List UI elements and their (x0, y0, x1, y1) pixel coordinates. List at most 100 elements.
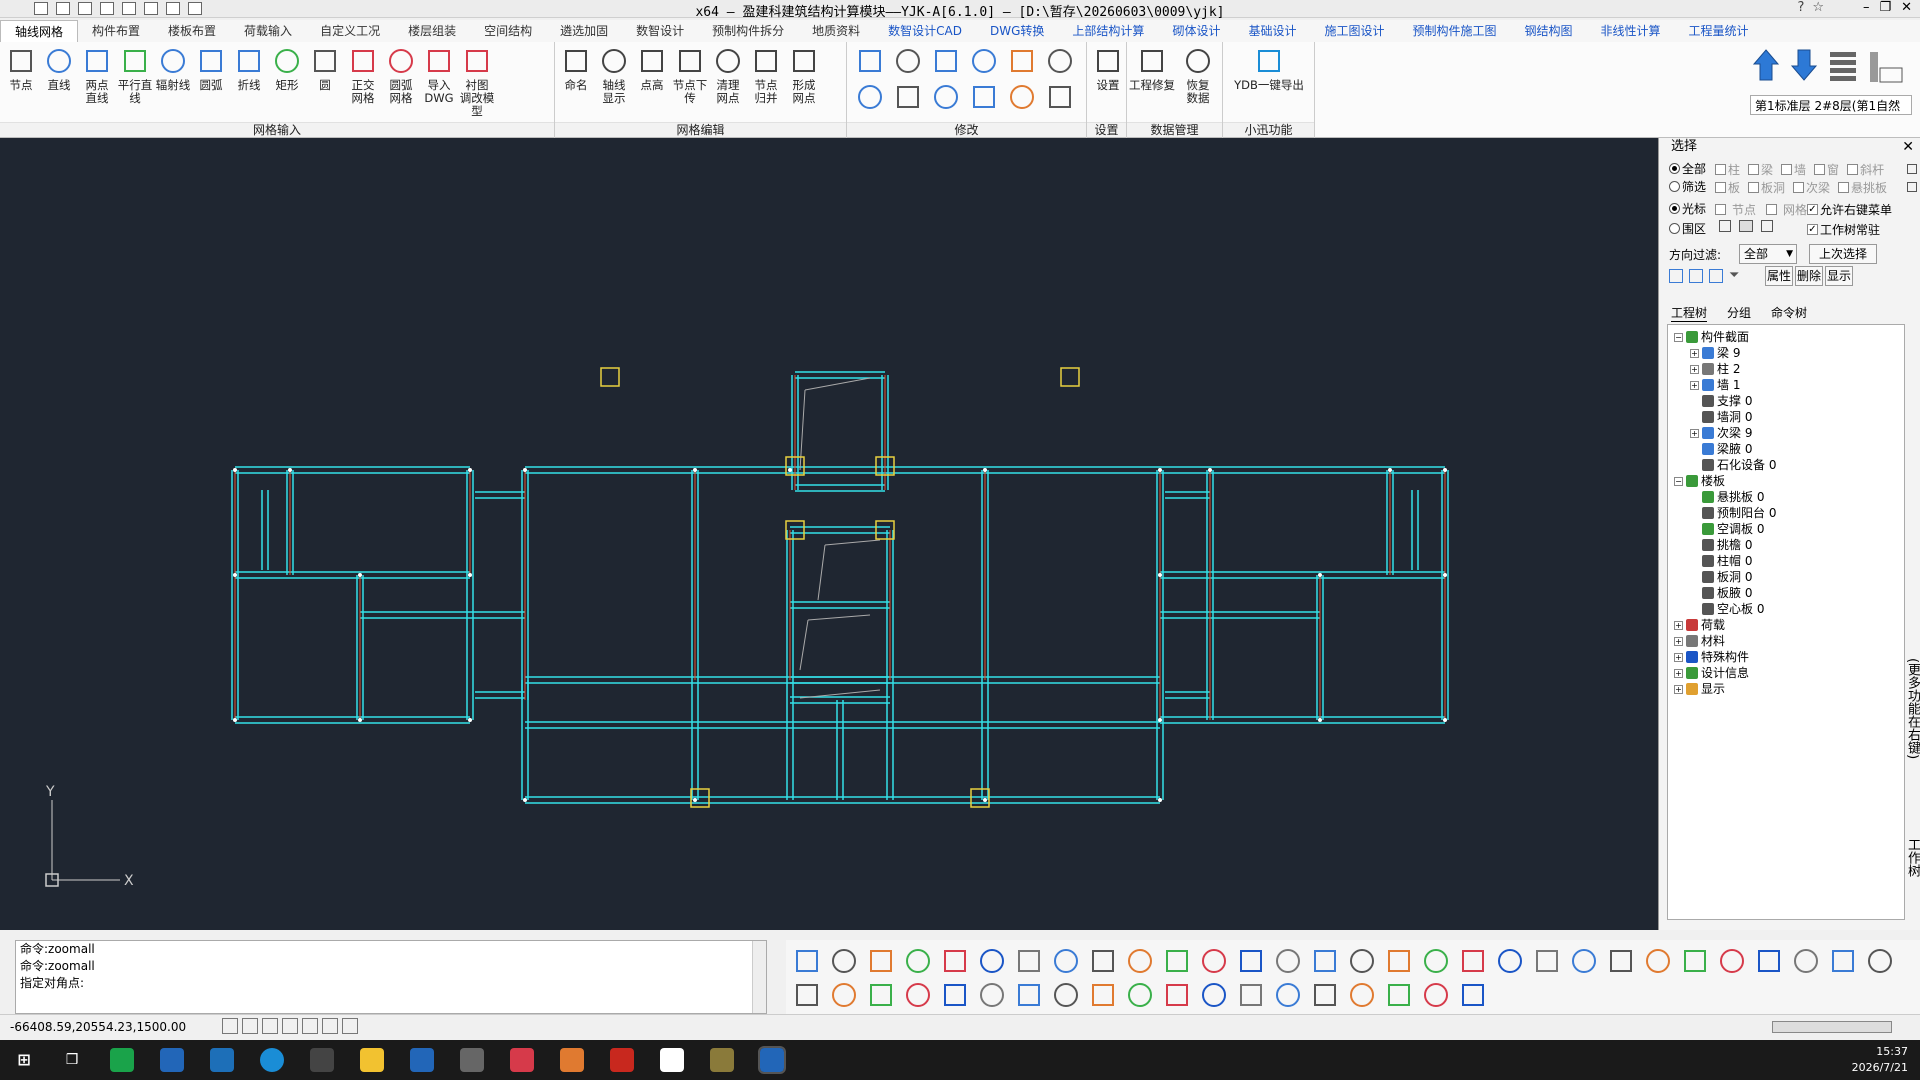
tab-project-tree[interactable]: 工程树 (1671, 304, 1708, 322)
tree-expander-icon[interactable]: + (1674, 652, 1683, 662)
view-tool-icon[interactable] (1273, 980, 1303, 1010)
grid-node[interactable] (1158, 798, 1162, 802)
tree-node[interactable]: + 材料 (1668, 633, 1904, 649)
ribbon-tool-0-12[interactable]: 衬图 调改模型 (458, 44, 496, 118)
tree-node[interactable]: + 梁 9 (1668, 345, 1904, 361)
modify-tool-icon[interactable] (1007, 82, 1035, 110)
ribbon-tool-4-0[interactable]: 工程修复 (1129, 44, 1175, 92)
app-orange-icon[interactable] (560, 1048, 584, 1072)
tree-node[interactable]: + 设计信息 (1668, 665, 1904, 681)
tree-node[interactable]: + 特殊构件 (1668, 649, 1904, 665)
grid-node[interactable] (788, 468, 792, 472)
ribbon-tool-0-4[interactable]: 辐射线 (154, 44, 192, 92)
tab-19[interactable]: 非线性计算 (1587, 20, 1675, 42)
view-tool-icon[interactable] (829, 980, 859, 1010)
view-tool-icon[interactable] (1569, 946, 1599, 976)
grid-node[interactable] (523, 798, 527, 802)
grid-node-marker[interactable] (970, 788, 990, 808)
tree-expander-icon[interactable]: + (1690, 364, 1699, 374)
tree-resident-checkbox[interactable]: ✓ 工作树常驻 (1807, 221, 1880, 238)
panel-close-icon[interactable]: ✕ (1902, 139, 1914, 155)
view-tool-icon[interactable] (1606, 946, 1636, 976)
tab-12[interactable]: DWG转换 (976, 20, 1058, 42)
grid-node[interactable] (1158, 468, 1162, 472)
modify-tool-icon[interactable] (893, 46, 921, 74)
modify-tool-icon[interactable] (969, 82, 997, 110)
grid-node[interactable] (233, 573, 237, 577)
tree-expander-icon[interactable]: − (1674, 476, 1683, 486)
view-tool-icon[interactable] (1421, 980, 1451, 1010)
modify-tool-icon[interactable] (855, 82, 883, 110)
prev-select-button[interactable]: 上次选择 (1809, 244, 1877, 264)
ribbon-tool-1-5[interactable]: 节点 归并 (747, 44, 785, 105)
task-view-icon[interactable]: ❒ (60, 1048, 84, 1072)
view-tool-icon[interactable] (1162, 980, 1192, 1010)
grid-node[interactable] (1318, 573, 1322, 577)
tab-7[interactable]: 遴选加固 (546, 20, 622, 42)
view-tool-icon[interactable] (1236, 980, 1266, 1010)
tree-expander-icon[interactable]: + (1690, 348, 1699, 358)
floor-plan-drawing[interactable]: YX (0, 138, 1658, 930)
display-button[interactable]: 显示 (1825, 266, 1853, 286)
snap-toggle-icon[interactable] (262, 1018, 278, 1034)
ribbon-tool-5-0[interactable]: YDB一键导出 (1225, 44, 1313, 92)
view-tool-icon[interactable] (1384, 980, 1414, 1010)
ribbon-tool-0-5[interactable]: 圆弧 (192, 44, 230, 92)
tab-1[interactable]: 构件布置 (78, 20, 154, 42)
delete-button[interactable]: 删除 (1795, 266, 1823, 286)
tree-node[interactable]: 空调板 0 (1668, 521, 1904, 537)
view-tool-icon[interactable] (1310, 980, 1340, 1010)
start-icon[interactable]: ⊞ (12, 1048, 36, 1072)
view-tool-icon[interactable] (866, 946, 896, 976)
grid-node[interactable] (1443, 573, 1447, 577)
tree-node[interactable]: + 次梁 9 (1668, 425, 1904, 441)
poly-select-icon[interactable] (1761, 220, 1773, 232)
view-tool-icon[interactable] (792, 946, 822, 976)
ortho-toggle-icon[interactable] (242, 1018, 258, 1034)
app-dark-icon[interactable] (310, 1048, 334, 1072)
modify-tool-icon[interactable] (969, 46, 997, 74)
grid-node[interactable] (1158, 718, 1162, 722)
tree-node[interactable]: 柱帽 0 (1668, 553, 1904, 569)
type-filter-checkbox[interactable]: 板 (1715, 179, 1740, 196)
grid-node[interactable] (358, 718, 362, 722)
view-tool-icon[interactable] (1828, 946, 1858, 976)
stair-line[interactable] (804, 377, 871, 391)
grid-toggle-icon[interactable] (222, 1018, 238, 1034)
monitor-app-icon[interactable] (460, 1048, 484, 1072)
view-tool-icon[interactable] (1310, 946, 1340, 976)
view-tool-icon[interactable] (1754, 946, 1784, 976)
modify-tool-icon[interactable] (1007, 46, 1035, 74)
grid-node-marker[interactable] (875, 520, 895, 540)
floor-down-icon[interactable] (1790, 49, 1818, 81)
pick-cursor[interactable]: 光标 (1669, 200, 1706, 217)
tree-node[interactable]: 板腋 0 (1668, 585, 1904, 601)
tab-9[interactable]: 预制构件拆分 (698, 20, 798, 42)
grid-node[interactable] (1208, 468, 1212, 472)
tree-node[interactable]: 空心板 0 (1668, 601, 1904, 617)
type-filter-checkbox[interactable]: 柱 (1715, 161, 1740, 178)
tree-node[interactable]: 梁腋 0 (1668, 441, 1904, 457)
tree-node[interactable]: + 墙 1 (1668, 377, 1904, 393)
dyn-toggle-icon[interactable] (322, 1018, 338, 1034)
view-tool-icon[interactable] (1458, 946, 1488, 976)
ribbon-tool-0-7[interactable]: 矩形 (268, 44, 306, 92)
properties-button[interactable]: 属性 (1765, 266, 1793, 286)
wps-app-icon[interactable] (610, 1048, 634, 1072)
type-filter-checkbox[interactable]: 窗 (1814, 161, 1839, 178)
view-tool-icon[interactable] (940, 946, 970, 976)
view-tool-icon[interactable] (1125, 946, 1155, 976)
view-tool-icon[interactable] (1273, 946, 1303, 976)
stair-line[interactable] (824, 539, 881, 546)
view-tool-icon[interactable] (1495, 946, 1525, 976)
ucs-toggle-icon[interactable] (342, 1018, 358, 1034)
modify-tool-icon[interactable] (893, 82, 921, 110)
ribbon-tool-1-6[interactable]: 形成 网点 (785, 44, 823, 105)
cad-app-icon[interactable] (510, 1048, 534, 1072)
type-filter-checkbox[interactable]: 墙 (1781, 161, 1806, 178)
grid-node[interactable] (288, 468, 292, 472)
view-tool-icon[interactable] (1199, 980, 1229, 1010)
view-tool-icon[interactable] (1791, 946, 1821, 976)
view-tool-icon[interactable] (940, 980, 970, 1010)
file-explorer-icon[interactable] (360, 1048, 384, 1072)
